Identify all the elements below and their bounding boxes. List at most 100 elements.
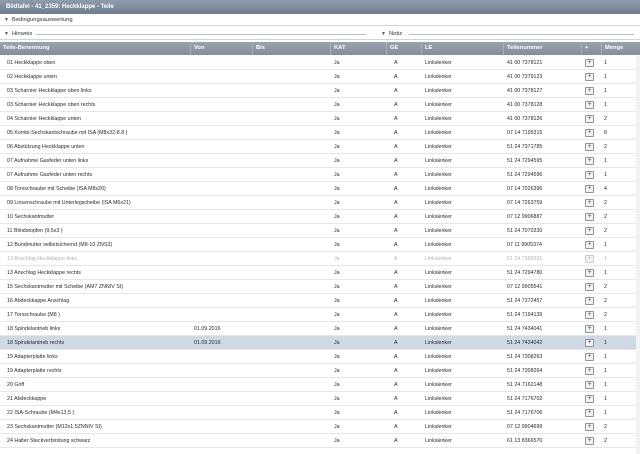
col-header-teilenummer[interactable]: Teilenummer [503, 42, 581, 55]
table-row[interactable]: 04 Scharnier Heckklappe unten Ja A Linkslen… [0, 112, 640, 126]
add-to-cart-icon[interactable]: + [585, 423, 594, 431]
table-row[interactable]: 07 Aufnahme Gasfeder unten links Ja A Links… [0, 154, 640, 168]
table-row[interactable]: 23 Sechskantmutter (M12x1,5ZNNIV SI) Ja A L… [0, 420, 640, 434]
col-header-kat[interactable]: KAT [330, 42, 386, 55]
cell-le: Linkslenker [425, 382, 452, 388]
add-to-cart-icon[interactable]: + [585, 353, 594, 361]
chevron-down-icon[interactable]: ▼ [4, 31, 9, 37]
chevron-down-icon[interactable]: ▼ [381, 31, 386, 37]
table-row[interactable]: 12 Bundmutter selbstsichernd (M8-10 ZNS3… [0, 238, 640, 252]
add-to-cart-icon[interactable]: + [585, 339, 594, 347]
table-row[interactable]: 13 Anschlag Heckklappe rechts Ja A Linkslen… [0, 266, 640, 280]
add-to-cart-icon[interactable]: + [585, 157, 594, 165]
add-to-cart-icon[interactable]: + [585, 185, 594, 193]
divider [409, 34, 634, 35]
col-header-ge[interactable]: GE [386, 42, 421, 55]
add-to-cart-icon[interactable]: + [585, 367, 594, 375]
cell-kat: Ja [334, 298, 340, 304]
add-to-cart-icon[interactable]: + [585, 311, 594, 319]
table-row[interactable]: 22 ISA-Schraube (M4x13,5 ) Ja A Linkslenker… [0, 406, 640, 420]
cell-bis [253, 238, 329, 252]
table-row[interactable]: 19 Adapterplatte links Ja A Linkslenker 51 2… [0, 350, 640, 364]
add-to-cart-icon[interactable]: + [585, 87, 594, 95]
cell-name: 07 Aufnahme Gasfeder unten rechts [7, 172, 93, 178]
table-row[interactable]: 15 Sechskantmutter mit Scheibe (AM7 ZNNI… [0, 280, 640, 294]
table-row[interactable]: 19 Adapterplatte rechts Ja A Linkslenker 51 … [0, 364, 640, 378]
add-to-cart-icon[interactable]: + [585, 59, 594, 67]
add-to-cart-icon[interactable]: + [585, 255, 594, 263]
chevron-down-icon[interactable]: ▼ [4, 17, 9, 23]
cell-name: 06 Abstützung Heckklappe unten [7, 144, 85, 150]
add-to-cart-icon[interactable]: + [585, 199, 594, 207]
add-to-cart-icon[interactable]: + [585, 143, 594, 151]
table-row[interactable]: 03 Scharnier Heckklappe oben rechts Ja A Li… [0, 98, 640, 112]
table-row[interactable]: 16 Abdeckkappe Anschlag Ja A Linkslenker 51 … [0, 294, 640, 308]
cell-von [191, 98, 251, 112]
cell-menge: 1 [604, 60, 607, 66]
add-to-cart-icon[interactable]: + [585, 437, 594, 445]
add-to-cart-icon[interactable]: + [585, 297, 594, 305]
table-row[interactable]: 18 Spindelantrieb links 01.09.2016 Ja A Link… [0, 322, 640, 336]
table-row[interactable]: 10 Sechskantmutter Ja A Linkslenker 07 12 99… [0, 210, 640, 224]
table-row[interactable]: 02 Heckklappe unten Ja A Linkslenker 41 00 7… [0, 70, 640, 84]
cell-kat: Ja [334, 270, 340, 276]
cell-bis [253, 350, 329, 364]
col-header-von[interactable]: Von [190, 42, 252, 55]
table-row[interactable]: 03 Scharnier Heckklappe oben links Ja A Lin… [0, 84, 640, 98]
add-to-cart-icon[interactable]: + [585, 283, 594, 291]
add-to-cart-icon[interactable]: + [585, 129, 594, 137]
table-row[interactable]: 17 Torxschraube (M8 ) Ja A Linkslenker 51 24… [0, 308, 640, 322]
cell-le: Linkslenker [425, 326, 452, 332]
col-header-menge[interactable]: Menge [601, 42, 636, 55]
table-row[interactable]: 24 Halter Steckverbindung schwarz Ja A Link… [0, 434, 640, 448]
cell-bis [253, 266, 329, 280]
table-row[interactable]: 07 Aufnahme Gasfeder unten rechts Ja A Link… [0, 168, 640, 182]
add-to-cart-icon[interactable]: + [585, 381, 594, 389]
conditions-section[interactable]: ▼ Bedingungsauswertung [0, 15, 640, 26]
cell-teilenummer: 07 14 7195315 [507, 130, 543, 136]
add-to-cart-icon[interactable]: + [585, 171, 594, 179]
cell-name: 15 Sechskantmutter mit Scheibe (AM7 ZNNI… [7, 284, 123, 290]
note-section[interactable]: ▼ Notiz [381, 29, 636, 40]
cell-ge: A [394, 186, 398, 192]
add-to-cart-icon[interactable]: + [585, 73, 594, 81]
vertical-scrollbar[interactable] [636, 56, 640, 454]
cell-menge: 1 [604, 270, 607, 276]
cell-von: 01.09.2016 [194, 326, 221, 332]
table-row[interactable]: 18 Spindelantrieb rechts 01.09.2016 Ja A Lin… [0, 336, 640, 350]
table-row[interactable]: 21 Abdeckkappe Ja A Linkslenker 51 24 717670… [0, 392, 640, 406]
add-to-cart-icon[interactable]: + [585, 241, 594, 249]
table-row[interactable]: 09 Linsenschraube mit Unterlegscheibe (I… [0, 196, 640, 210]
add-to-cart-icon[interactable]: + [585, 269, 594, 277]
table-row[interactable]: 13 Anschlag Heckklappe links Ja A Linkslenk… [0, 252, 640, 266]
hint-section[interactable]: ▼ Hinweis [4, 29, 374, 40]
cell-bis [253, 406, 329, 420]
table-row[interactable]: 06 Abstützung Heckklappe unten Ja A Linksle… [0, 140, 640, 154]
add-to-cart-icon[interactable]: + [585, 213, 594, 221]
table-row[interactable]: 20 Griff Ja A Linkslenker 51 24 7162148 1 + [0, 378, 640, 392]
col-header-bis[interactable]: Bis [252, 42, 330, 55]
cell-kat: Ja [334, 242, 340, 248]
add-to-cart-icon[interactable]: + [585, 101, 594, 109]
table-row[interactable]: 11 Blindstopfen (9,5x3 ) Ja A Linkslenker 51… [0, 224, 640, 238]
cell-von [191, 280, 251, 294]
add-to-cart-icon[interactable]: + [585, 115, 594, 123]
col-header-le[interactable]: LE [421, 42, 503, 55]
cell-le: Linkslenker [425, 284, 452, 290]
add-to-cart-icon[interactable]: + [585, 325, 594, 333]
add-to-cart-icon[interactable]: + [585, 395, 594, 403]
cell-ge: A [394, 354, 398, 360]
cell-ge: A [394, 410, 398, 416]
cell-ge: A [394, 60, 398, 66]
cell-von [191, 56, 251, 70]
table-row[interactable]: 08 Torxschraube mit Scheibe (ISA M8x20) J… [0, 182, 640, 196]
col-header-name[interactable]: Teile-Benennung [0, 42, 190, 55]
cell-bis [253, 196, 329, 210]
col-header-add[interactable]: + [581, 42, 601, 55]
add-to-cart-icon[interactable]: + [585, 409, 594, 417]
table-row[interactable]: 01 Heckklappe oben Ja A Linkslenker 41 00 73… [0, 56, 640, 70]
cell-teilenummer: 51 24 7294780 [507, 270, 543, 276]
table-row[interactable]: 05 Kombi-Sechskantschraube mit ISA (M8x3… [0, 126, 640, 140]
cell-menge: 2 [604, 200, 607, 206]
add-to-cart-icon[interactable]: + [585, 227, 594, 235]
